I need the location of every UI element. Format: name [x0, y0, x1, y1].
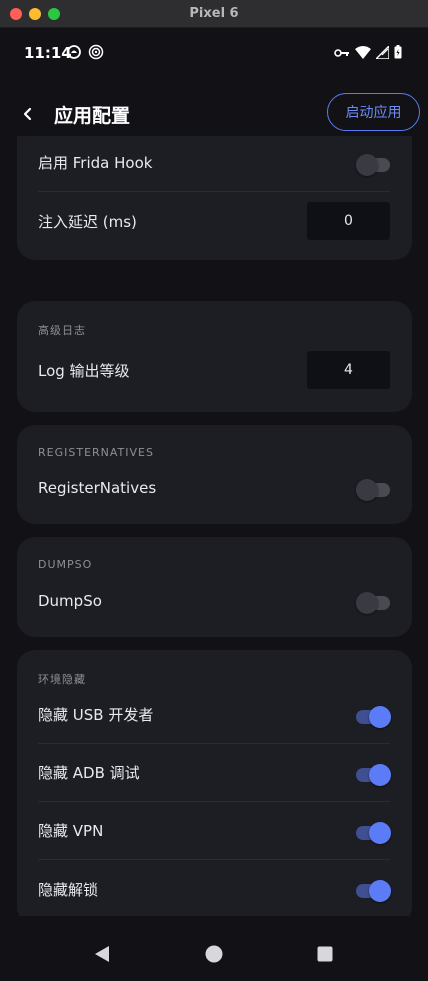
- inject-delay-input[interactable]: 0: [307, 202, 390, 240]
- hide-unlock-toggle[interactable]: [356, 878, 391, 902]
- square-recents-icon: [317, 946, 333, 962]
- dumpso-toggle[interactable]: [356, 590, 390, 614]
- hide-usb-row[interactable]: 隐藏 USB 开发者: [38, 686, 391, 744]
- window-titlebar: Pixel 6: [0, 0, 428, 28]
- dumpso-row[interactable]: DumpSo: [38, 572, 390, 630]
- env-hide-card: 环境隐藏 隐藏 USB 开发者 隐藏 ADB 调试 隐藏 VPN 隐藏解锁: [17, 650, 412, 916]
- dumpso-card: DUMPSO DumpSo: [17, 537, 412, 637]
- hide-vpn-label: 隐藏 VPN: [38, 822, 104, 840]
- launch-app-button[interactable]: 启动应用: [327, 93, 420, 131]
- signal-icon: [374, 44, 390, 63]
- inject-delay-row: 注入延迟 (ms) 0: [38, 192, 390, 250]
- frida-card: 启用 Frida Hook 注入延迟 (ms) 0: [17, 136, 412, 260]
- section-title: 高级日志: [38, 324, 86, 337]
- nav-home-button[interactable]: [202, 942, 226, 966]
- hide-adb-toggle[interactable]: [356, 762, 391, 786]
- register-natives-card: REGISTERNATIVES RegisterNatives: [17, 425, 412, 524]
- page-title: 应用配置: [54, 105, 131, 127]
- register-natives-label: RegisterNatives: [38, 479, 157, 497]
- battery-icon: [394, 44, 402, 63]
- hotspot-icon: [88, 44, 104, 64]
- register-natives-toggle[interactable]: [356, 477, 390, 501]
- phone-screen: 11:14 应用配置 启动应用 启用 Frida Hook 注入延迟 (ms) …: [0, 28, 428, 981]
- triangle-back-icon: [95, 946, 109, 962]
- log-level-input[interactable]: 4: [307, 351, 390, 389]
- navigation-bar: [0, 928, 428, 981]
- vpn-key-icon: [334, 44, 350, 63]
- back-button[interactable]: [14, 100, 42, 128]
- enable-frida-toggle[interactable]: [356, 152, 390, 176]
- app-bar: 应用配置 启动应用: [0, 88, 428, 138]
- log-level-label: Log 输出等级: [38, 361, 130, 380]
- inject-delay-label: 注入延迟 (ms): [38, 212, 137, 231]
- hide-usb-label: 隐藏 USB 开发者: [38, 706, 154, 724]
- nav-recents-button[interactable]: [313, 942, 337, 966]
- enable-frida-row[interactable]: 启用 Frida Hook: [38, 136, 390, 192]
- status-bar: 11:14: [0, 28, 428, 78]
- register-natives-row[interactable]: RegisterNatives: [38, 459, 390, 517]
- hide-vpn-row[interactable]: 隐藏 VPN: [38, 802, 391, 860]
- wifi-icon: [355, 44, 371, 63]
- hide-usb-toggle[interactable]: [356, 704, 391, 728]
- section-title: 环境隐藏: [38, 673, 86, 686]
- back-arrow-icon: [23, 107, 32, 121]
- circle-home-icon: [205, 945, 223, 963]
- hide-vpn-toggle[interactable]: [356, 820, 391, 844]
- status-time: 11:14: [24, 44, 72, 62]
- dumpso-label: DumpSo: [38, 592, 102, 610]
- advanced-log-card: 高级日志 Log 输出等级 4: [17, 301, 412, 412]
- settings-list[interactable]: 启用 Frida Hook 注入延迟 (ms) 0 高级日志 Log 输出等级 …: [0, 136, 428, 916]
- hide-adb-label: 隐藏 ADB 调试: [38, 764, 140, 782]
- enable-frida-label: 启用 Frida Hook: [38, 154, 153, 172]
- nav-back-button[interactable]: [90, 942, 114, 966]
- section-title: REGISTERNATIVES: [38, 446, 154, 459]
- section-title: DUMPSO: [38, 558, 93, 571]
- hide-unlock-label: 隐藏解锁: [38, 880, 99, 899]
- log-level-row: Log 输出等级 4: [38, 341, 390, 399]
- hide-unlock-row[interactable]: 隐藏解锁: [38, 860, 391, 916]
- notification-icon: [66, 44, 82, 64]
- window-title: Pixel 6: [189, 6, 239, 21]
- hide-adb-row[interactable]: 隐藏 ADB 调试: [38, 744, 391, 802]
